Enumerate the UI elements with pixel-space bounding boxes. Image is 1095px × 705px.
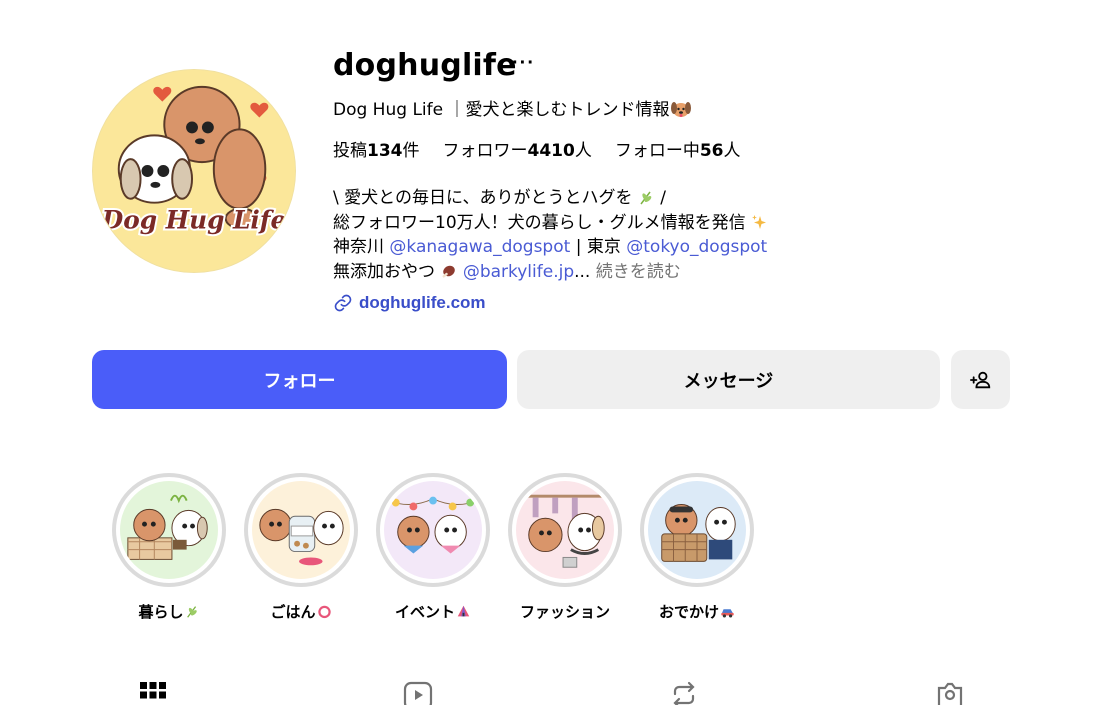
tab-reposts[interactable] bbox=[669, 680, 699, 705]
herb-emoji-icon bbox=[640, 191, 652, 205]
onigiri-emoji-icon bbox=[317, 605, 331, 619]
avatar-illustration: Dog Hug Life bbox=[93, 70, 295, 272]
link-icon bbox=[334, 294, 352, 312]
highlight-ring bbox=[376, 473, 490, 587]
reposts-icon bbox=[673, 681, 695, 705]
highlight-label: ごはん bbox=[270, 601, 331, 622]
highlight-ring bbox=[112, 473, 226, 587]
full-name: Dog Hug Life ｜愛犬と楽しむトレンド情報 bbox=[333, 95, 692, 120]
meat-emoji-icon bbox=[442, 265, 456, 278]
read-more-link[interactable]: 続きを読む bbox=[590, 262, 681, 282]
profile-bio: \ 愛犬との毎日に、ありがとうとハグを / 総フォロワー10万人！犬の暮らし・グ… bbox=[333, 186, 768, 284]
highlight-kurashi[interactable]: 暮らし bbox=[112, 473, 226, 622]
highlight-label: イベント bbox=[395, 601, 471, 622]
tokyo-mention-link[interactable]: @tokyo_dogspot bbox=[626, 237, 767, 257]
highlight-gohan[interactable]: ごはん bbox=[244, 473, 358, 622]
circus-tent-emoji-icon bbox=[457, 605, 470, 617]
follow-button[interactable]: フォロー bbox=[92, 350, 507, 409]
dog-face-emoji-icon bbox=[671, 102, 692, 117]
profile-avatar[interactable]: Dog Hug Life bbox=[92, 69, 296, 273]
add-person-icon bbox=[969, 371, 990, 388]
tab-reels[interactable] bbox=[403, 680, 433, 705]
highlight-ring bbox=[508, 473, 622, 587]
sparkles-emoji-icon bbox=[752, 214, 767, 229]
highlight-cover bbox=[516, 481, 614, 579]
herb-emoji-icon bbox=[186, 606, 197, 618]
tagged-icon bbox=[937, 682, 963, 705]
grid-icon bbox=[140, 682, 166, 699]
highlight-odekake[interactable]: おでかけ bbox=[640, 473, 754, 622]
tab-posts[interactable] bbox=[138, 680, 168, 705]
kanagawa-mention-link[interactable]: @kanagawa_dogspot bbox=[389, 237, 570, 257]
highlight-event[interactable]: イベント bbox=[376, 473, 490, 622]
barkylife-mention-link[interactable]: @barkylife.jp bbox=[463, 262, 574, 282]
highlight-cover bbox=[252, 481, 350, 579]
highlight-ring bbox=[640, 473, 754, 587]
following-count[interactable]: フォロー中56人 bbox=[615, 136, 741, 161]
profile-stats: 投稿134件 フォロワー4410人 フォロー中56人 bbox=[333, 136, 741, 161]
bio-line-1: \ 愛犬との毎日に、ありがとうとハグを / bbox=[333, 188, 666, 208]
highlight-ring bbox=[244, 473, 358, 587]
highlight-cover bbox=[384, 481, 482, 579]
reels-icon bbox=[403, 681, 433, 705]
svg-text:Dog Hug Life: Dog Hug Life bbox=[101, 205, 286, 234]
car-emoji-icon bbox=[721, 609, 734, 618]
highlight-cover bbox=[648, 481, 746, 579]
posts-count[interactable]: 投稿134件 bbox=[333, 136, 420, 161]
tab-tagged[interactable] bbox=[935, 680, 965, 705]
more-options-icon[interactable]: ··· bbox=[512, 52, 535, 75]
full-name-text: Dog Hug Life ｜愛犬と楽しむトレンド情報 bbox=[333, 100, 670, 120]
story-highlights: 暮らし ごはん イベント ファッション おでかけ bbox=[112, 473, 754, 622]
highlight-label: ファッション bbox=[519, 603, 610, 621]
highlight-label: おでかけ bbox=[659, 601, 735, 622]
highlight-label: 暮らし bbox=[138, 601, 199, 622]
username: doghuglife bbox=[333, 48, 517, 83]
highlight-cover bbox=[120, 481, 218, 579]
message-button[interactable]: メッセージ bbox=[517, 350, 940, 409]
bio-line-2: 総フォロワー10万人！犬の暮らし・グルメ情報を発信 bbox=[333, 211, 768, 236]
website-link[interactable]: doghuglife.com bbox=[333, 293, 486, 313]
website-text: doghuglife.com bbox=[359, 293, 486, 312]
followers-count[interactable]: フォロワー4410人 bbox=[443, 136, 592, 161]
bio-line-3: 神奈川 @kanagawa_dogspot | 東京 @tokyo_dogspo… bbox=[333, 237, 768, 257]
bio-line-4: 無添加おやつ @barkylife.jp... 続きを読む bbox=[333, 261, 681, 282]
suggest-user-button[interactable] bbox=[951, 350, 1010, 409]
highlight-fashion[interactable]: ファッション bbox=[508, 473, 622, 622]
